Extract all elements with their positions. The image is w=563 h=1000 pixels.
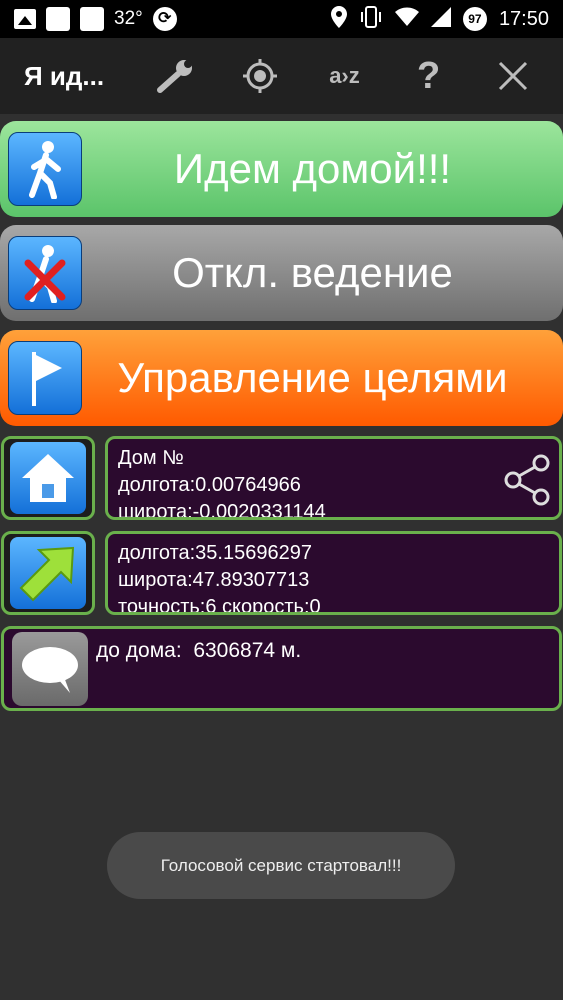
walking-man-crossed-icon [8,236,82,310]
notification-icon [46,7,70,31]
notification-icon-2 [80,7,104,31]
clock: 17:50 [498,7,549,30]
signal-icon [430,7,451,31]
manage-targets-button[interactable]: Управление целями [0,330,563,426]
close-icon[interactable] [491,54,535,98]
distance-text: до дома: 6306874 м. [96,639,302,662]
go-home-button[interactable]: Идем домой!!! [0,121,563,217]
home-longitude: долгота:0.00764966 [118,474,301,496]
home-name: Дом № [118,447,184,469]
app-title: Я ид... [24,60,105,91]
wifi-icon [394,7,419,31]
temperature-text: 32° [114,8,143,29]
disable-guidance-label: Откл. ведение [172,249,453,296]
current-longitude: долгота:35.15696297 [118,542,312,564]
toast-message: Голосовой сервис стартовал!!! [107,832,455,899]
house-icon [10,442,86,514]
current-latitude: широта:47.89307713 [118,569,310,591]
sort-az-icon[interactable]: a›z [322,54,366,98]
home-icon-box[interactable] [1,436,95,520]
battery-icon: 97 [462,7,487,31]
disable-guidance-button[interactable]: Откл. ведение [0,225,563,321]
position-icon-box[interactable] [1,531,95,615]
go-home-label: Идем домой!!! [173,145,452,192]
share-icon[interactable] [503,453,551,515]
position-info-box: долгота:35.15696297 широта:47.89307713 т… [105,531,562,615]
locate-icon[interactable] [238,54,282,98]
accuracy-speed: точность:6 скорость:0 [118,596,321,615]
help-label: ? [417,54,441,97]
wrench-icon[interactable] [154,54,198,98]
help-icon[interactable]: ? [407,54,451,98]
distance-box: до дома: 6306874 м. [1,626,562,711]
manage-targets-label: Управление целями [117,354,508,401]
home-latitude: широта:-0.0020331144 [118,501,326,520]
home-info-box: Дом № долгота:0.00764966 широта:-0.00203… [105,436,562,520]
sort-az-label: a›z [329,63,360,88]
walking-man-icon [8,132,82,206]
location-icon [330,6,347,32]
action-bar: Я ид... a›z ? [0,38,563,114]
speech-bubble-icon[interactable] [12,632,88,706]
vibrate-icon [359,6,383,32]
status-bar: 32° ⟳ 97 17:50 [0,0,563,38]
sync-icon: ⟳ [152,7,177,31]
flag-icon [8,341,82,415]
image-notification-icon [14,9,36,29]
arrow-icon [10,537,86,609]
